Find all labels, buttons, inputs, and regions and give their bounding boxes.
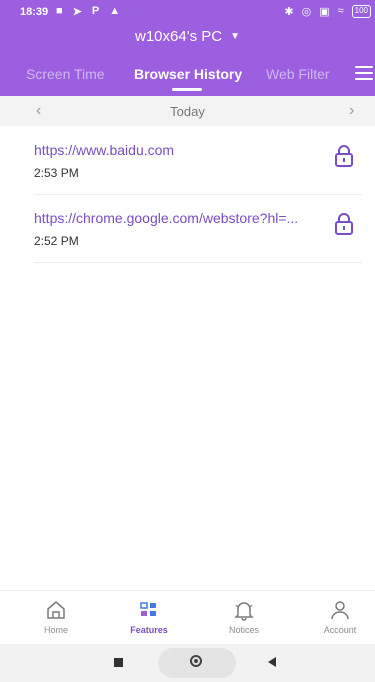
p-icon: P [91, 5, 100, 17]
browser-history-screen: 18:39 ■ ➤ P ▲ ✱ ◎ ▣ ≈ 100 w10x64's PC ▼ … [0, 0, 375, 682]
chevron-right-icon[interactable]: › [349, 102, 354, 120]
history-item[interactable]: https://chrome.google.com/webstore?hl=..… [34, 194, 362, 263]
recents-icon[interactable] [114, 658, 123, 667]
nav-features[interactable]: Features [114, 599, 184, 635]
system-home-icon[interactable] [190, 655, 202, 667]
system-navigation-bar [0, 644, 375, 682]
active-tab-indicator [172, 88, 202, 91]
warning-icon: ▲ [109, 5, 121, 17]
nav-label: Account [323, 625, 357, 635]
tab-browser-history[interactable]: Browser History [134, 66, 242, 82]
features-grid-icon [140, 602, 156, 616]
nav-label: Home [43, 625, 68, 635]
lock-icon[interactable] [334, 144, 354, 168]
bottom-navigation: Home Features Notices Account [0, 590, 375, 645]
tab-screen-time[interactable]: Screen Time [26, 66, 105, 82]
menu-icon[interactable] [355, 66, 373, 80]
back-icon[interactable] [268, 657, 276, 667]
home-icon [47, 601, 65, 619]
history-time: 2:52 PM [34, 234, 79, 248]
device-name: w10x64's PC [135, 28, 223, 45]
status-left-icons: ■ ➤ P ▲ [56, 5, 120, 18]
history-item[interactable]: https://www.baidu.com 2:53 PM [34, 126, 362, 195]
history-time: 2:53 PM [34, 166, 79, 180]
feature-tabs: Screen Time Browser History Web Filter [0, 62, 375, 91]
bluetooth-icon: ✱ [284, 6, 294, 18]
caret-down-icon: ▼ [230, 31, 240, 42]
bell-icon [234, 602, 254, 621]
status-time: 18:39 [20, 6, 49, 18]
sim-icon: ▣ [319, 6, 330, 18]
nav-label: Notices [228, 625, 259, 635]
lock-icon[interactable] [334, 212, 354, 236]
person-icon: ■ [56, 5, 63, 17]
nav-account[interactable]: Account [305, 599, 375, 635]
status-right-icons: ✱ ◎ ▣ ≈ 100 [284, 5, 371, 18]
wifi-icon: ≈ [337, 5, 344, 17]
send-icon: ➤ [72, 6, 82, 18]
history-url[interactable]: https://www.baidu.com [34, 142, 324, 158]
status-bar: 18:39 ■ ➤ P ▲ ✱ ◎ ▣ ≈ 100 [0, 0, 375, 22]
app-header: 18:39 ■ ➤ P ▲ ✱ ◎ ▣ ≈ 100 w10x64's PC ▼ … [0, 0, 375, 96]
nav-home[interactable]: Home [21, 599, 91, 635]
nav-label: Features [130, 625, 168, 635]
account-icon [331, 601, 349, 620]
nav-notices[interactable]: Notices [209, 599, 279, 635]
device-selector[interactable]: w10x64's PC ▼ [0, 28, 375, 45]
date-label: Today [170, 104, 205, 119]
vibrate-off-icon: ◎ [301, 6, 312, 18]
history-url[interactable]: https://chrome.google.com/webstore?hl=..… [34, 210, 324, 226]
battery-icon: 100 [351, 5, 371, 18]
tab-web-filter[interactable]: Web Filter [266, 66, 330, 82]
date-navigator: ‹ Today › [0, 96, 375, 126]
